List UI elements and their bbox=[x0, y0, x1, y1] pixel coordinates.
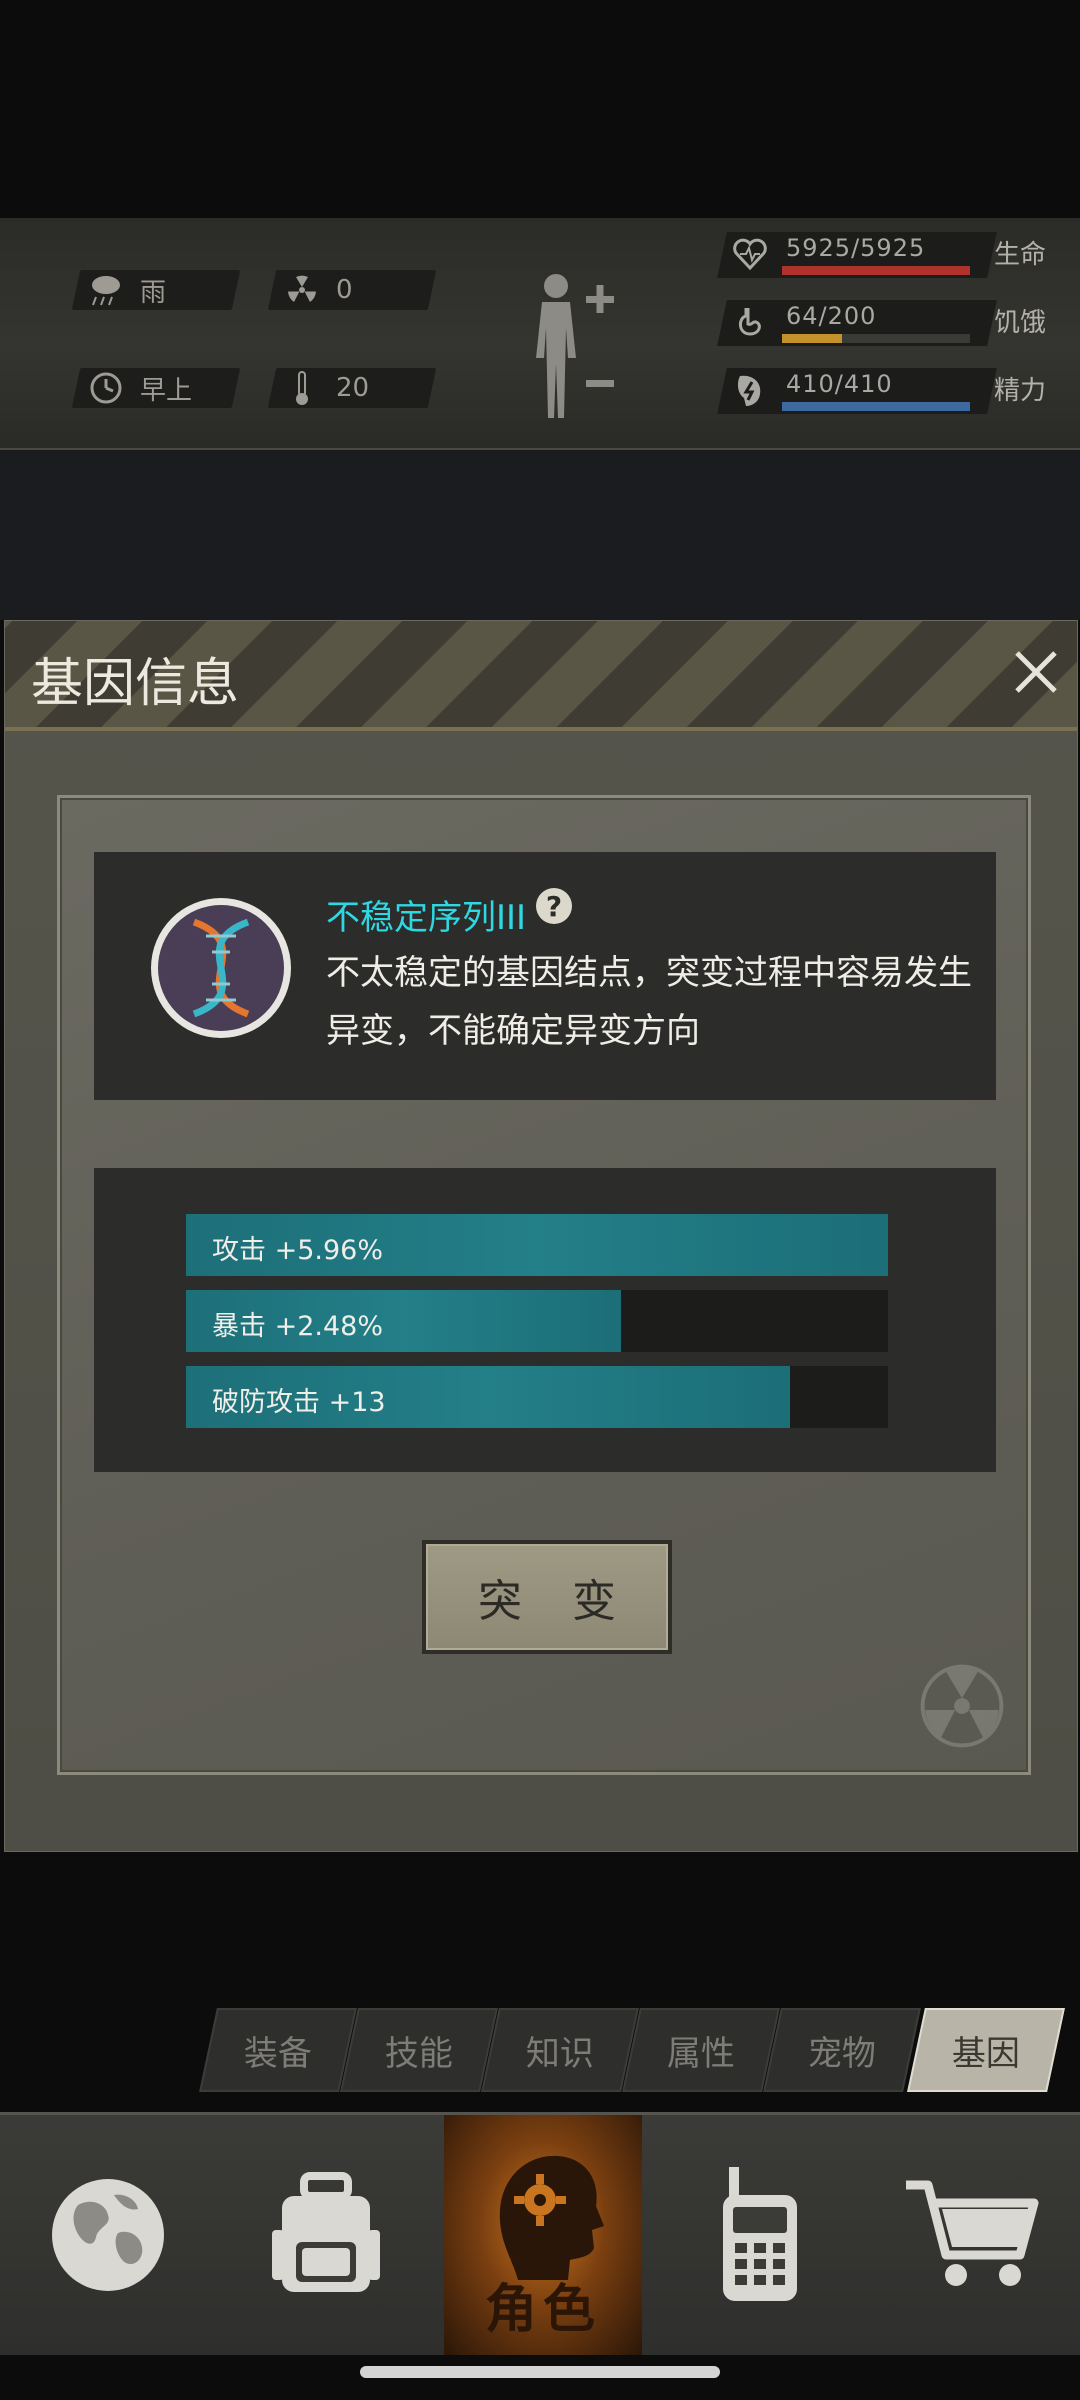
dialog-title: 基因信息 bbox=[31, 654, 240, 714]
stat-bar-crit: 暴击 +2.48% bbox=[186, 1290, 888, 1352]
stat-bar-armor-break: 破防攻击 +13 bbox=[186, 1366, 888, 1428]
status-hud: 雨 0 早上 20 5925/5925 生命 64/200 饥饿 410/410… bbox=[0, 218, 1080, 450]
cart-icon bbox=[906, 2180, 1039, 2286]
dna-icon bbox=[150, 886, 292, 1050]
globe-icon bbox=[52, 2179, 164, 2291]
tab-label: 技能 bbox=[385, 2033, 453, 2074]
clock-icon bbox=[86, 371, 126, 405]
radiation-chip: 0 bbox=[267, 270, 437, 310]
stomach-icon bbox=[732, 304, 768, 342]
home-indicator[interactable] bbox=[360, 2366, 720, 2378]
close-icon bbox=[1015, 651, 1057, 693]
vital-health: 5925/5925 生命 bbox=[717, 232, 1060, 278]
backpack-icon bbox=[272, 2172, 380, 2292]
tab-label: 基因 bbox=[952, 2033, 1020, 2074]
weather-text: 雨 bbox=[140, 277, 167, 308]
stat-bar-attack: 攻击 +5.96% bbox=[186, 1214, 888, 1276]
radiation-text: 0 bbox=[336, 275, 353, 305]
close-button[interactable] bbox=[1005, 641, 1067, 703]
character-tabs: 装备 技能 知识 属性 宠物 基因 bbox=[199, 2008, 1065, 2092]
hunger-value: 64/200 bbox=[786, 302, 877, 330]
tab-label: 装备 bbox=[244, 2033, 312, 2074]
health-value: 5925/5925 bbox=[786, 234, 926, 262]
nav-world[interactable] bbox=[8, 2115, 208, 2355]
thermometer-icon bbox=[282, 371, 322, 405]
weather-chip: 雨 bbox=[71, 270, 241, 310]
heart-icon bbox=[732, 236, 768, 274]
temperature-text: 20 bbox=[336, 373, 370, 403]
tab-skills[interactable]: 技能 bbox=[340, 2008, 498, 2092]
dialog-header: 基因信息 bbox=[5, 621, 1077, 731]
gene-panel: 不稳定序列III ? 不太稳定的基因结点，突变过程中容易发生异变，不能确定异变方… bbox=[57, 795, 1031, 1775]
gene-description: 不太稳定的基因结点，突变过程中容易发生异变，不能确定异变方向 bbox=[326, 953, 972, 1051]
mutate-button[interactable]: 突 变 bbox=[422, 1540, 672, 1654]
tab-genes[interactable]: 基因 bbox=[907, 2008, 1065, 2092]
radiation-watermark-icon bbox=[920, 1664, 1004, 1748]
hunger-label: 饥饿 bbox=[994, 308, 1047, 338]
tab-label: 知识 bbox=[526, 2033, 594, 2074]
nav-inventory[interactable] bbox=[226, 2115, 426, 2355]
tab-label: 属性 bbox=[667, 2033, 735, 2074]
nav-character[interactable]: 角色 bbox=[444, 2115, 642, 2355]
energy-label: 精力 bbox=[994, 376, 1047, 406]
gene-name: 不稳定序列III bbox=[326, 898, 527, 938]
tab-pets[interactable]: 宠物 bbox=[763, 2008, 921, 2092]
tab-equipment[interactable]: 装备 bbox=[199, 2008, 357, 2092]
tab-knowledge[interactable]: 知识 bbox=[481, 2008, 639, 2092]
mutate-button-label: 突 变 bbox=[478, 1576, 634, 1627]
energy-icon bbox=[732, 372, 768, 410]
energy-bar bbox=[782, 402, 970, 411]
temperature-chip: 20 bbox=[267, 368, 437, 408]
gene-info-box: 不稳定序列III ? 不太稳定的基因结点，突变过程中容易发生异变，不能确定异变方… bbox=[94, 852, 996, 1100]
bottom-nav: 角色 bbox=[0, 2112, 1080, 2355]
tab-label: 宠物 bbox=[808, 2033, 876, 2074]
stat-label-attack: 攻击 +5.96% bbox=[212, 1235, 383, 1266]
health-bar bbox=[782, 266, 970, 275]
vital-energy: 410/410 精力 bbox=[717, 368, 1060, 414]
hunger-bar bbox=[782, 334, 970, 343]
tab-attributes[interactable]: 属性 bbox=[622, 2008, 780, 2092]
stat-label-armor-break: 破防攻击 +13 bbox=[212, 1387, 386, 1418]
help-icon[interactable]: ? bbox=[536, 888, 572, 924]
time-chip: 早上 bbox=[71, 368, 241, 408]
nav-shop[interactable] bbox=[872, 2115, 1072, 2355]
health-label: 生命 bbox=[994, 240, 1047, 270]
background-scene bbox=[0, 450, 1080, 620]
radio-icon bbox=[723, 2167, 797, 2301]
nav-character-label: 角色 bbox=[484, 2280, 601, 2340]
gene-info-dialog: 基因信息 不稳定序列III ? 不太稳定的基因结点，突变过程中容易发生异变，不能… bbox=[4, 620, 1078, 1852]
rain-cloud-icon bbox=[86, 273, 126, 307]
gene-stats-box: 攻击 +5.96% 暴击 +2.48% 破防攻击 +13 bbox=[94, 1168, 996, 1472]
body-figure-icon bbox=[536, 274, 614, 418]
radiation-icon bbox=[282, 273, 322, 307]
energy-value: 410/410 bbox=[786, 370, 893, 398]
vital-hunger: 64/200 饥饿 bbox=[717, 300, 1060, 346]
time-text: 早上 bbox=[140, 375, 193, 406]
stat-label-crit: 暴击 +2.48% bbox=[212, 1311, 383, 1342]
body-status-button[interactable] bbox=[520, 268, 620, 428]
nav-radio[interactable] bbox=[660, 2115, 860, 2355]
